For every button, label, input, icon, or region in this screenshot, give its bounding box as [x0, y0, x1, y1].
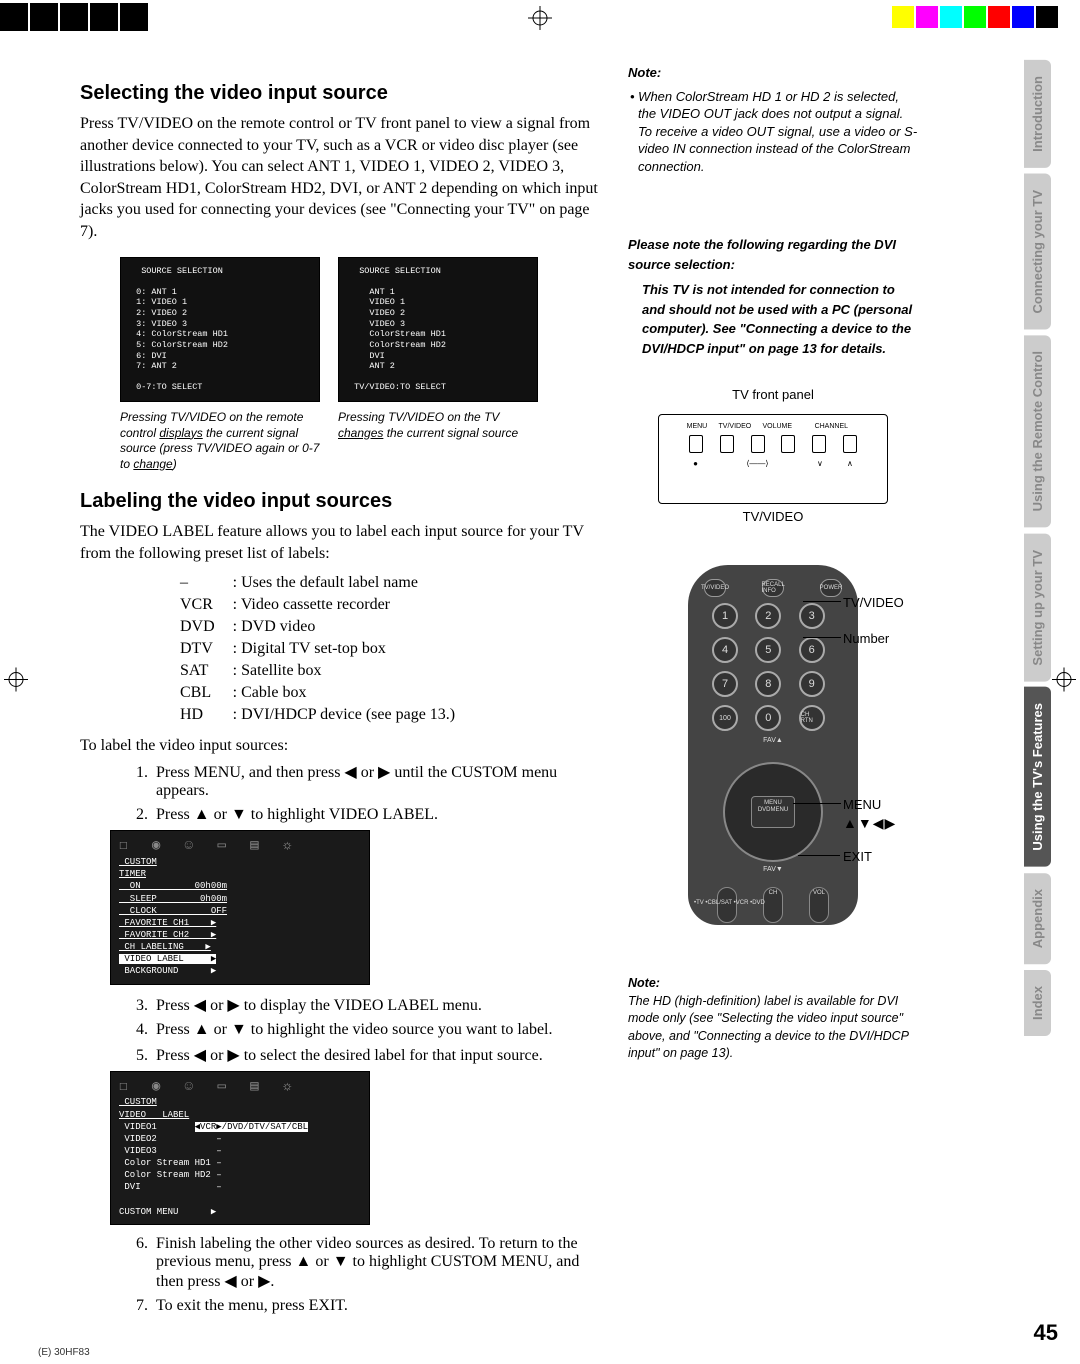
heading-labeling: Labeling the video input sources — [80, 490, 610, 513]
para-labeling: The VIDEO LABEL feature allows you to la… — [80, 521, 610, 564]
table-row: HD: DVI/HDCP device (see page 13.) — [172, 705, 463, 725]
caption-tv: Pressing TV/VIDEO on the TV changes the … — [338, 410, 538, 472]
front-panel-title: TV front panel — [628, 386, 918, 404]
table-row: SAT: Satellite box — [172, 661, 463, 681]
callout-arrows: ▲▼◀▶ — [843, 815, 896, 832]
front-panel-caption: TV/VIDEO — [628, 508, 918, 526]
table-row: DTV: Digital TV set-top box — [172, 639, 463, 659]
list-item: Press ▲ or ▼ to highlight the video sour… — [152, 1021, 610, 1039]
section-tabs: Introduction Connecting your TV Using th… — [1024, 60, 1080, 1042]
tab-introduction[interactable]: Introduction — [1024, 60, 1051, 168]
steps-list: Press MENU, and then press ◀ or ▶ until … — [152, 762, 610, 824]
para-selecting-input: Press TV/VIDEO on the remote control or … — [80, 113, 610, 243]
remote-menu-button: MENU DVDMENU — [751, 796, 795, 828]
list-item: Press MENU, and then press ◀ or ▶ until … — [152, 762, 610, 800]
list-item: Press ◀ or ▶ to select the desired label… — [152, 1045, 610, 1065]
tab-connecting[interactable]: Connecting your TV — [1024, 174, 1051, 330]
caption-remote: Pressing TV/VIDEO on the remote control … — [120, 410, 320, 472]
steps-list-3: Finish labeling the other video sources … — [152, 1235, 610, 1315]
list-item: Press ▲ or ▼ to highlight VIDEO LABEL. — [152, 806, 610, 824]
remote-power-button: POWER — [820, 579, 842, 597]
list-item: Press ◀ or ▶ to display the VIDEO LABEL … — [152, 995, 610, 1015]
heading-selecting-input: Selecting the video input source — [80, 82, 610, 105]
osd-tv-source-selection: SOURCE SELECTION ANT 1 VIDEO 1 VIDEO 2 V… — [338, 257, 538, 403]
steps-list-2: Press ◀ or ▶ to display the VIDEO LABEL … — [152, 995, 610, 1065]
table-row: DVD: DVD video — [172, 617, 463, 637]
dvi-note-body: This TV is not intended for connection t… — [628, 280, 918, 358]
main-content: Selecting the video input source Press T… — [80, 64, 610, 1321]
table-row: VCR: Video cassette recorder — [172, 595, 463, 615]
osd-remote-source-selection: SOURCE SELECTION 0: ANT 1 1: VIDEO 1 2: … — [120, 257, 320, 403]
tv-front-panel-diagram: MENUTV/VIDEOVOLUMECHANNEL ●⟨——⟩∨∧ — [658, 414, 888, 504]
note-hd-label: Note: The HD (high-definition) label is … — [628, 975, 918, 1063]
callout-menu: MENU — [843, 797, 881, 812]
remote-control-diagram: TV/VIDEO RECALL INFO POWER 123 456 789 1… — [688, 565, 858, 925]
table-row: CBL: Cable box — [172, 683, 463, 703]
tab-appendix[interactable]: Appendix — [1024, 873, 1051, 964]
menu-screenshot-custom: ☐ ◉ ☺ ▭ ▤ ☼ CUSTOM TIMER ON 00h00m SLEEP… — [110, 830, 370, 984]
remote-diagram-wrap: TV/VIDEO RECALL INFO POWER 123 456 789 1… — [628, 565, 918, 945]
callout-tvvideo: TV/VIDEO — [843, 595, 904, 610]
sidebar-notes: Note: • When ColorStream HD 1 or HD 2 is… — [628, 64, 918, 1321]
menu-screenshot-video-label: ☐ ◉ ☺ ▭ ▤ ☼ CUSTOM VIDEO LABEL VIDEO1 ◀V… — [110, 1071, 370, 1225]
tab-remote[interactable]: Using the Remote Control — [1024, 335, 1051, 527]
remote-dpad: MENU DVDMENU — [723, 762, 823, 862]
label-preset-table: –: Uses the default label name VCR: Vide… — [170, 571, 465, 727]
page-number: 45 — [1034, 1320, 1058, 1346]
remote-numpad: 123 456 789 1000CH RTN — [712, 603, 834, 731]
tab-index[interactable]: Index — [1024, 970, 1051, 1036]
tab-features[interactable]: Using the TV's Features — [1024, 687, 1051, 867]
footer-code: (E) 30HF83 — [38, 1347, 90, 1358]
note-body: • When ColorStream HD 1 or HD 2 is selec… — [628, 88, 918, 176]
tab-setting-up[interactable]: Setting up your TV — [1024, 534, 1051, 682]
top-registration-mark — [528, 6, 552, 35]
list-item: Finish labeling the other video sources … — [152, 1235, 610, 1291]
dvi-note-heading: Please note the following regarding the … — [628, 235, 918, 274]
note-heading: Note: — [628, 64, 918, 82]
callout-number: Number — [843, 631, 889, 646]
callout-exit: EXIT — [843, 849, 872, 864]
lead-steps: To label the video input sources: — [80, 735, 610, 757]
table-row: –: Uses the default label name — [172, 573, 463, 593]
remote-mode-labels: •TV •CBL/SAT •VCR •DVD — [694, 900, 765, 907]
left-registration-mark — [4, 668, 28, 697]
remote-recall-button: RECALL INFO — [762, 579, 784, 597]
list-item: To exit the menu, press EXIT. — [152, 1297, 610, 1315]
remote-tvvideo-button: TV/VIDEO — [704, 579, 726, 597]
